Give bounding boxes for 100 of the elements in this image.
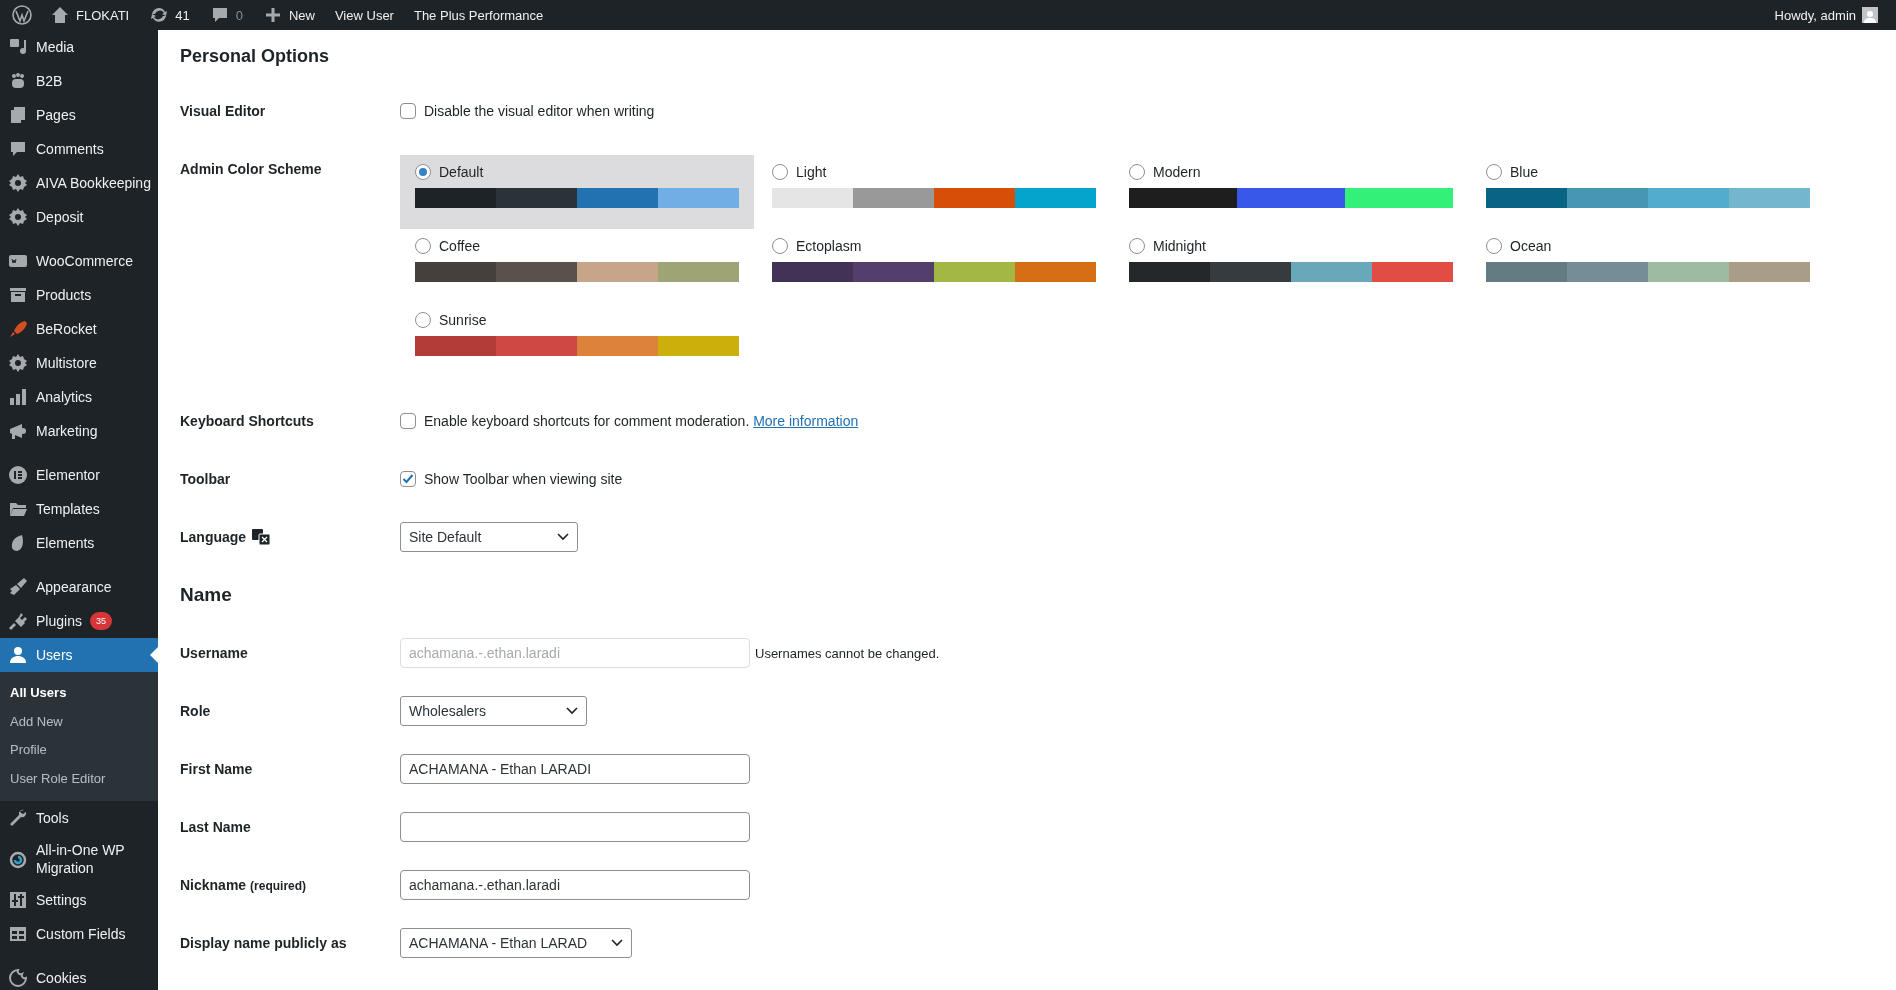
sidebar-item[interactable]: Templates — [0, 492, 158, 526]
sidebar-item[interactable]: Settings — [0, 883, 158, 917]
input-field[interactable]: achamana.-.ethan.laradi — [400, 870, 750, 900]
field-label: Username — [180, 645, 249, 661]
field-label: Language — [180, 529, 247, 545]
color-scheme-option[interactable]: Modern — [1114, 155, 1468, 229]
sidebar-item[interactable]: Elementor — [0, 458, 158, 492]
color-scheme-option[interactable]: Midnight — [1114, 229, 1468, 303]
sidebar-item[interactable]: Plugins 35 — [0, 604, 158, 638]
option-label: Ectoplasm — [796, 238, 862, 254]
radio-button[interactable] — [415, 312, 431, 328]
sidebar-item[interactable]: Deposit — [0, 200, 158, 234]
checkbox-label: Enable keyboard shortcuts for comment moderation. More information — [424, 413, 859, 429]
bar-chart-icon — [8, 387, 28, 407]
color-scheme-option[interactable]: Light — [757, 155, 1111, 229]
submenu-item[interactable]: All Users — [0, 679, 158, 708]
user-icon — [8, 645, 28, 665]
archive-box-icon — [8, 285, 28, 305]
new-link[interactable]: New — [252, 0, 325, 30]
color-scheme-option[interactable]: Default — [400, 155, 754, 229]
radio-button[interactable] — [415, 238, 431, 254]
radio-button[interactable] — [772, 238, 788, 254]
sidebar-item[interactable]: Pages — [0, 98, 158, 132]
option-label: Modern — [1153, 164, 1201, 180]
wrench-icon — [8, 808, 28, 828]
field-note: Usernames cannot be changed. — [755, 645, 940, 661]
option-label: Default — [439, 164, 484, 180]
pages-icon — [8, 105, 28, 125]
radio-button[interactable] — [772, 164, 788, 180]
color-scheme-option[interactable]: Ectoplasm — [757, 229, 1111, 303]
toolbar-link[interactable]: View User — [324, 0, 404, 30]
checkbox[interactable] — [400, 471, 416, 487]
radio-button[interactable] — [1486, 238, 1502, 254]
radio-button[interactable] — [1129, 164, 1145, 180]
submenu-item[interactable]: Profile — [0, 736, 158, 765]
option-label: Sunrise — [439, 312, 487, 328]
sidebar-item[interactable]: Users — [0, 638, 158, 672]
language-select[interactable]: Site Default — [400, 522, 578, 552]
color-scheme-option[interactable]: Coffee — [400, 229, 754, 303]
translation-icon — [252, 529, 271, 545]
sidebar-item[interactable]: AIVA Bookkeeping — [0, 166, 158, 200]
sidebar-item[interactable]: Cookies — [0, 961, 158, 990]
avatar-icon — [1862, 7, 1878, 23]
account-link[interactable]: Howdy, admin — [1764, 0, 1888, 30]
submenu-item[interactable]: User Role Editor — [0, 764, 158, 793]
section-heading: Personal Options — [180, 44, 331, 68]
input-field[interactable] — [400, 812, 750, 842]
megaphone-icon — [8, 421, 28, 441]
sidebar-item[interactable]: Tools — [0, 801, 158, 835]
gear-icon — [8, 207, 28, 227]
comments-link[interactable]: 0 — [199, 0, 253, 30]
caret-icon — [557, 533, 569, 541]
field-label: Nickname (required) — [180, 877, 308, 893]
dropdown[interactable]: Wholesalers — [400, 696, 587, 726]
checkbox-label: Disable the visual editor when writing — [424, 103, 655, 119]
sidebar-item[interactable]: Products — [0, 278, 158, 312]
count-badge: 35 — [89, 612, 112, 630]
media-icon — [8, 37, 28, 57]
sidebar-item[interactable]: BeRocket — [0, 312, 158, 346]
color-scheme-option[interactable]: Blue — [1471, 155, 1825, 229]
color-scheme-option[interactable]: Sunrise — [400, 303, 754, 377]
field-label: Role — [180, 703, 212, 719]
option-label: Ocean — [1510, 238, 1552, 254]
sidebar-item[interactable]: Marketing — [0, 414, 158, 448]
section-heading: Name — [180, 583, 233, 607]
sidebar-item[interactable]: Analytics — [0, 380, 158, 414]
plug-icon — [8, 611, 28, 631]
sidebar-item[interactable]: B2B — [0, 64, 158, 98]
sidebar-item[interactable]: All-in-One WP Migration — [0, 835, 158, 883]
sidebar-item[interactable]: Comments — [0, 132, 158, 166]
sliders-icon — [8, 890, 28, 910]
sidebar-item[interactable]: Appearance — [0, 570, 158, 604]
toolbar-link[interactable]: The Plus Performance — [403, 0, 554, 30]
option-label: Blue — [1510, 164, 1539, 180]
input-field[interactable]: ACHAMANA - Ethan LARADI — [400, 754, 750, 784]
field-label: Keyboard Shortcuts — [180, 413, 315, 429]
checkbox[interactable] — [400, 413, 416, 429]
checkbox[interactable] — [400, 103, 416, 119]
caret-icon — [611, 939, 624, 947]
field-label: Display name publicly as — [180, 935, 348, 951]
field-label: Last Name — [180, 819, 252, 835]
updates-link[interactable]: 41 — [139, 0, 200, 30]
color-scheme-option[interactable]: Ocean — [1471, 229, 1825, 303]
site-name-link[interactable]: FLOKATI — [40, 0, 140, 30]
radio-button[interactable] — [415, 164, 431, 180]
sidebar-item[interactable]: WooCommerce — [0, 244, 158, 278]
radio-button[interactable] — [1129, 238, 1145, 254]
submenu-item[interactable]: Add New — [0, 707, 158, 736]
sidebar-item[interactable]: Custom Fields — [0, 917, 158, 951]
dropdown[interactable]: ACHAMANA - Ethan LARAD — [400, 928, 633, 958]
sidebar-item[interactable]: Media — [0, 30, 158, 64]
radio-button[interactable] — [1486, 164, 1502, 180]
cookie-icon — [8, 968, 28, 988]
sidebar-item[interactable]: Multistore — [0, 346, 158, 380]
field-label: Toolbar — [180, 471, 232, 487]
option-label: Light — [796, 164, 827, 180]
sidebar-item[interactable]: Elements — [0, 526, 158, 560]
circle-e-icon — [8, 465, 28, 485]
paintbrush-icon — [8, 577, 28, 597]
more-information-link[interactable]: More information — [753, 413, 859, 429]
